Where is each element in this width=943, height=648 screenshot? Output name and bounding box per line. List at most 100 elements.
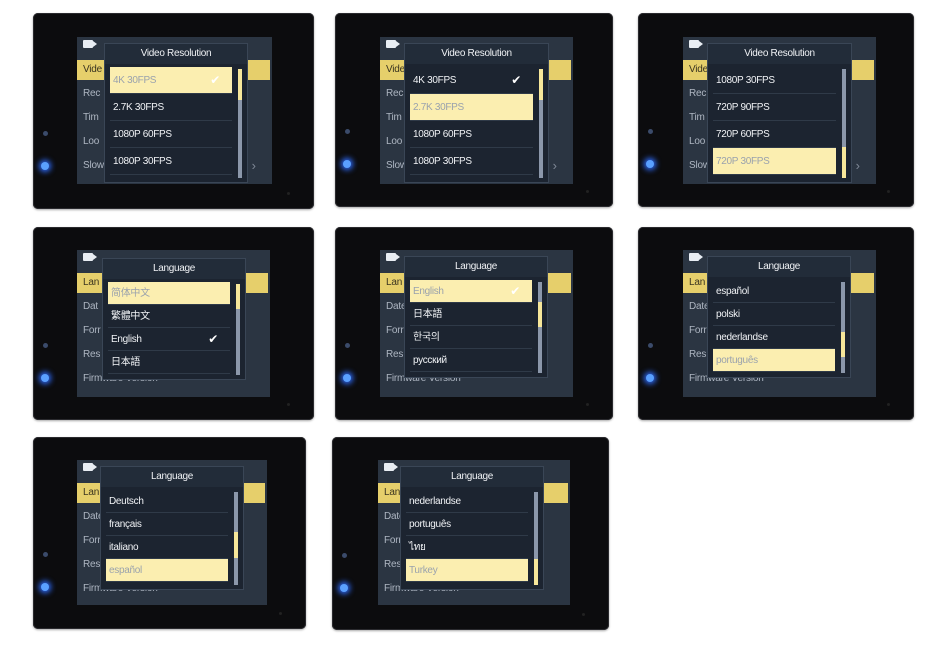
scrollbar[interactable] [842, 69, 846, 178]
option-item[interactable]: English ✔ [108, 328, 230, 351]
sensor-dot [648, 129, 653, 134]
option-label: español [716, 286, 749, 297]
option-item[interactable]: nederlandse [406, 490, 528, 513]
option-label: Deutsch [109, 496, 144, 507]
device-speck [582, 613, 585, 616]
option-item[interactable]: 1080P 60FPS [410, 121, 533, 148]
option-item[interactable]: English ✔ [410, 280, 532, 303]
checkmark-icon: ✔ [511, 73, 521, 87]
option-item[interactable]: français [106, 513, 228, 536]
option-item[interactable]: nederlandse [713, 326, 835, 349]
option-item[interactable]: 繁體中文 [108, 305, 230, 328]
device-speck [287, 403, 290, 406]
option-label: 4K 30FPS [413, 75, 457, 86]
option-item[interactable]: polski [713, 303, 835, 326]
video-camera-icon [689, 253, 703, 261]
scrollbar[interactable] [236, 284, 240, 375]
option-item[interactable]: Turkey [406, 559, 528, 582]
option-item[interactable]: русский [410, 349, 532, 372]
device-speck [287, 192, 290, 195]
blue-led-icon [343, 374, 351, 382]
option-label: 한국의 [413, 332, 440, 343]
option-item[interactable]: 한국의 [410, 326, 532, 349]
option-item[interactable]: 1080P 30FPS [410, 148, 533, 175]
blue-led-icon [41, 162, 49, 170]
option-label: 繁體中文 [111, 311, 150, 322]
option-item[interactable]: 日本語 [108, 351, 230, 374]
scrollbar[interactable] [534, 492, 538, 585]
video-camera-icon [689, 40, 703, 48]
selection-dialog: Video Resolution 1080P 30FPS 720P 90FPS 720… [707, 43, 852, 183]
option-label: italiano [109, 542, 139, 553]
option-item[interactable]: 720P 90FPS [713, 94, 836, 121]
checkmark-icon: ✔ [510, 284, 520, 298]
option-item[interactable]: ไทย [406, 536, 528, 559]
scrollbar[interactable] [234, 492, 238, 585]
option-item[interactable]: italiano [106, 536, 228, 559]
option-item[interactable]: português [713, 349, 835, 372]
dialog-title: Language [708, 257, 850, 277]
video-camera-icon [83, 40, 97, 48]
scrollbar-thumb[interactable] [539, 69, 543, 100]
option-label: 1080P 30FPS [716, 75, 775, 86]
sensor-dot [345, 129, 350, 134]
blue-led-icon [646, 374, 654, 382]
option-item[interactable]: 1080P 60FPS [110, 121, 232, 148]
option-label: nederlandse [409, 496, 461, 507]
selection-dialog: Language English ✔ 日本語 한국의 русский [404, 256, 548, 378]
option-label: 720P 90FPS [716, 102, 770, 113]
option-item[interactable]: 4K 30FPS ✔ [110, 67, 232, 94]
dialog-title: Video Resolution [405, 44, 548, 64]
selection-dialog: Language 简体中文 繁體中文 English ✔ 日本語 [102, 258, 246, 380]
sensor-dot [648, 343, 653, 348]
blue-led-icon [343, 160, 351, 168]
option-item[interactable]: 1080P 30FPS [110, 148, 232, 175]
blue-led-icon [340, 584, 348, 592]
option-label: русский [413, 355, 447, 366]
scrollbar-thumb[interactable] [538, 302, 542, 327]
option-item[interactable]: 2.7K 30FPS [110, 94, 232, 121]
sensor-dot [342, 553, 347, 558]
chevron-right-icon: › [855, 158, 860, 173]
scrollbar-thumb[interactable] [841, 332, 845, 357]
selection-dialog: Language nederlandse português ไทย Turkey [400, 466, 544, 590]
video-camera-icon [83, 463, 97, 471]
option-item[interactable]: português [406, 513, 528, 536]
option-item[interactable]: 1080P 30FPS [713, 67, 836, 94]
video-camera-icon [83, 253, 97, 261]
scrollbar[interactable] [539, 69, 543, 178]
scrollbar-thumb[interactable] [534, 559, 538, 585]
option-item[interactable]: 简体中文 [108, 282, 230, 305]
option-item[interactable]: 2.7K 30FPS [410, 94, 533, 121]
dialog-title: Video Resolution [105, 44, 247, 64]
scrollbar[interactable] [538, 282, 542, 373]
option-item[interactable]: Deutsch [106, 490, 228, 513]
checkmark-icon: ✔ [208, 332, 218, 346]
scrollbar[interactable] [841, 282, 845, 373]
option-item[interactable]: 日本語 [410, 303, 532, 326]
scrollbar-thumb[interactable] [236, 284, 240, 309]
option-label: Turkey [409, 565, 438, 576]
video-camera-icon [386, 253, 400, 261]
option-item[interactable]: 4K 30FPS ✔ [410, 67, 533, 94]
scrollbar[interactable] [238, 69, 242, 178]
sensor-dot [43, 552, 48, 557]
option-label: 720P 30FPS [716, 156, 770, 167]
option-item[interactable]: 720P 30FPS [713, 148, 836, 175]
scrollbar-thumb[interactable] [842, 147, 846, 178]
option-label: 4K 30FPS [113, 75, 157, 86]
device-speck [887, 190, 890, 193]
option-item[interactable]: español [106, 559, 228, 582]
option-label: nederlandse [716, 332, 768, 343]
scrollbar-thumb[interactable] [238, 69, 242, 100]
device-speck [279, 612, 282, 615]
option-label: español [109, 565, 142, 576]
scrollbar-thumb[interactable] [234, 532, 238, 558]
video-camera-icon [386, 40, 400, 48]
option-label: 1080P 60FPS [113, 129, 172, 140]
option-item[interactable]: español [713, 280, 835, 303]
option-label: 1080P 30FPS [413, 156, 472, 167]
option-label: English [111, 334, 142, 345]
option-item[interactable]: 720P 60FPS [713, 121, 836, 148]
blue-led-icon [646, 160, 654, 168]
